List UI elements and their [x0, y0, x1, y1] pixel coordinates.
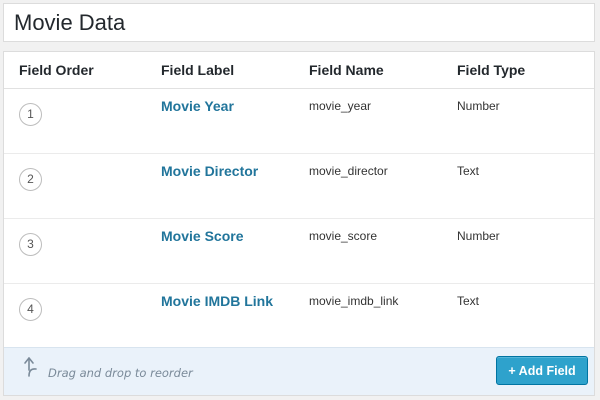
field-order-badge[interactable]: 1	[19, 103, 42, 126]
table-row[interactable]: 2 Movie Director movie_director Text	[4, 154, 594, 219]
field-type: Text	[457, 294, 480, 308]
field-label-link[interactable]: Movie Director	[161, 163, 258, 179]
field-order-badge[interactable]: 3	[19, 233, 42, 256]
table-row[interactable]: 1 Movie Year movie_year Number	[4, 89, 594, 154]
fields-panel: Field Order Field Label Field Name Field…	[3, 51, 595, 396]
curved-arrow-up-icon	[24, 357, 37, 377]
field-name: movie_director	[309, 164, 388, 178]
field-type: Text	[457, 164, 480, 178]
field-name: movie_imdb_link	[309, 294, 399, 308]
title-box: Movie Data	[3, 3, 595, 42]
field-name: movie_score	[309, 229, 378, 243]
field-label-link[interactable]: Movie IMDB Link	[161, 293, 273, 309]
table-row[interactable]: 3 Movie Score movie_score Number	[4, 219, 594, 284]
column-header-field-name: Field Name	[309, 62, 384, 78]
drag-hint: Drag and drop to reorder	[48, 366, 193, 380]
field-order-badge[interactable]: 4	[19, 298, 42, 321]
field-type: Number	[457, 99, 500, 113]
field-label-link[interactable]: Movie Year	[161, 98, 234, 114]
field-type: Number	[457, 229, 500, 243]
table-footer: Drag and drop to reorder + Add Field	[4, 347, 594, 395]
field-name: movie_year	[309, 99, 372, 113]
table-header: Field Order Field Label Field Name Field…	[4, 52, 594, 89]
add-field-button[interactable]: + Add Field	[496, 356, 588, 385]
table-row[interactable]: 4 Movie IMDB Link movie_imdb_link Text	[4, 284, 594, 347]
column-header-field-order: Field Order	[19, 62, 94, 78]
column-header-field-label: Field Label	[161, 62, 235, 78]
field-order-badge[interactable]: 2	[19, 168, 42, 191]
field-label-link[interactable]: Movie Score	[161, 228, 243, 244]
page-title: Movie Data	[14, 10, 126, 35]
column-header-field-type: Field Type	[457, 62, 526, 78]
